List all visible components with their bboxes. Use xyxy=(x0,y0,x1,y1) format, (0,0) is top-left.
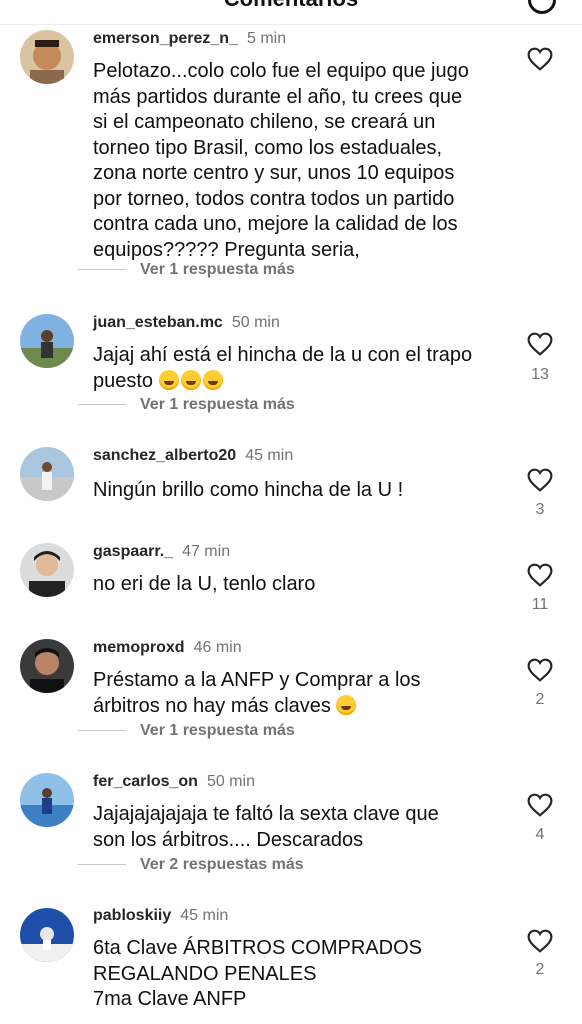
view-replies-button[interactable]: Ver 2 respuestas más xyxy=(78,854,304,876)
like-count: 4 xyxy=(535,826,545,843)
view-replies-label: Ver 2 respuestas más xyxy=(140,856,304,873)
username[interactable]: memoproxd xyxy=(93,639,185,656)
username[interactable]: juan_esteban.mc xyxy=(93,314,223,331)
view-replies-button[interactable]: Ver 1 respuesta más xyxy=(78,720,295,742)
comment-line-text: árbitros no hay más claves xyxy=(93,694,331,717)
comment-text: Ningún brillo como hincha de la U ! xyxy=(93,478,493,504)
comment-text: no eri de la U, tenlo claro xyxy=(93,572,493,598)
avatar[interactable] xyxy=(20,908,74,962)
like-count: 3 xyxy=(535,501,545,518)
comment-line: zona norte centro y sur, unos 10 equipos xyxy=(93,162,455,184)
heart-outline-icon[interactable] xyxy=(527,332,553,356)
avatar[interactable] xyxy=(20,30,74,84)
username[interactable]: emerson_perez_n_ xyxy=(93,30,238,47)
comment-line: torneo tipo Brasil, como los estaduales, xyxy=(93,136,443,159)
like-count: 13 xyxy=(531,366,549,383)
heart-outline-icon[interactable] xyxy=(527,468,553,492)
rofl-emoji-icon xyxy=(180,369,201,390)
view-replies-button[interactable]: Ver 1 respuesta más xyxy=(78,259,295,281)
view-replies-label: Ver 1 respuesta más xyxy=(140,261,295,278)
username[interactable]: fer_carlos_on xyxy=(93,773,198,790)
comment-meta: sanchez_alberto20 45 min xyxy=(93,445,293,467)
heart-outline-icon[interactable] xyxy=(527,563,553,587)
comment-text: Préstamo a la ANFP y Comprar a los árbit… xyxy=(93,668,493,719)
replies-divider xyxy=(78,269,126,271)
comment-line: Pelotazo...colo colo fue el equipo que j… xyxy=(93,60,469,82)
avatar[interactable] xyxy=(20,543,74,597)
comment-text: Jajaj ahí está el hincha de la u con el … xyxy=(93,343,493,394)
heart-outline-icon[interactable] xyxy=(527,929,553,953)
comment-line: REGALANDO PENALES xyxy=(93,962,317,985)
comment-text: 6ta Clave ÁRBITROS COMPRADOS REGALANDO P… xyxy=(93,936,493,1013)
laughing-emoji-icon xyxy=(336,694,357,715)
comment-meta: pabloskiiy 45 min xyxy=(93,905,228,927)
replies-divider xyxy=(78,404,126,406)
replies-divider xyxy=(78,730,126,732)
timestamp: 50 min xyxy=(231,314,280,331)
timestamp: 47 min xyxy=(182,543,231,560)
view-replies-label: Ver 1 respuesta más xyxy=(140,396,295,413)
page-title: Comentarios xyxy=(0,0,582,12)
avatar[interactable] xyxy=(20,639,74,693)
view-replies-button[interactable]: Ver 1 respuesta más xyxy=(78,394,295,416)
like-count: 11 xyxy=(531,596,549,613)
like-count: 2 xyxy=(535,691,545,708)
comment-meta: fer_carlos_on 50 min xyxy=(93,771,255,793)
comment-line: 7ma Clave ANFP xyxy=(93,988,247,1010)
heart-outline-icon[interactable] xyxy=(527,793,553,817)
avatar[interactable] xyxy=(20,773,74,827)
comment-text: Jajajajajajaja te faltó la sexta clave q… xyxy=(93,802,493,853)
comment-line: árbitros no hay más claves xyxy=(93,694,493,720)
timestamp: 45 min xyxy=(180,907,229,924)
comment-line: Ningún brillo como hincha de la U ! xyxy=(93,479,404,501)
username[interactable]: gaspaarr._ xyxy=(93,543,173,560)
timestamp: 5 min xyxy=(246,30,287,47)
comment-meta: emerson_perez_n_ 5 min xyxy=(93,28,286,50)
heart-outline-icon[interactable] xyxy=(527,47,553,71)
comment-line: 6ta Clave ÁRBITROS COMPRADOS xyxy=(93,937,422,959)
timestamp: 50 min xyxy=(206,773,255,790)
comment-line: más partidos durante el año, tu crees qu… xyxy=(93,85,463,108)
heart-outline-icon[interactable] xyxy=(527,658,553,682)
comment-meta: memoproxd 46 min xyxy=(93,637,242,659)
avatar[interactable] xyxy=(20,314,74,368)
view-replies-label: Ver 1 respuesta más xyxy=(140,722,295,739)
comment-line: si el campeonato chileno, se creará un xyxy=(93,111,436,133)
replies-divider xyxy=(78,864,126,866)
username[interactable]: pabloskiiy xyxy=(93,907,171,924)
comment-line: puesto xyxy=(93,369,493,395)
top-bar: Comentarios xyxy=(0,0,582,25)
comment-meta: gaspaarr._ 47 min xyxy=(93,541,230,563)
username[interactable]: sanchez_alberto20 xyxy=(93,447,236,464)
comment-line-text: puesto xyxy=(93,369,154,392)
comment-line: Préstamo a la ANFP y Comprar a los xyxy=(93,669,421,691)
comment-line: contra cada uno, mejore la calidad de lo… xyxy=(93,213,458,235)
comment-line: Jajajajajajaja te faltó la sexta clave q… xyxy=(93,803,439,825)
avatar[interactable] xyxy=(20,447,74,501)
comment-meta: juan_esteban.mc 50 min xyxy=(93,312,280,334)
timestamp: 46 min xyxy=(193,639,242,656)
comment-line: por torneo, todos contra todos un partid… xyxy=(93,187,455,210)
rofl-emoji-icon xyxy=(202,369,223,390)
comment-line: son los árbitros.... Descarados xyxy=(93,828,364,851)
comment-line: Jajaj ahí está el hincha de la u con el … xyxy=(93,344,473,366)
comment-line: no eri de la U, tenlo claro xyxy=(93,573,316,595)
comment-text: Pelotazo...colo colo fue el equipo que j… xyxy=(93,59,493,263)
timestamp: 45 min xyxy=(245,447,294,464)
rofl-emoji-icon xyxy=(158,369,179,390)
like-count: 2 xyxy=(535,961,545,978)
